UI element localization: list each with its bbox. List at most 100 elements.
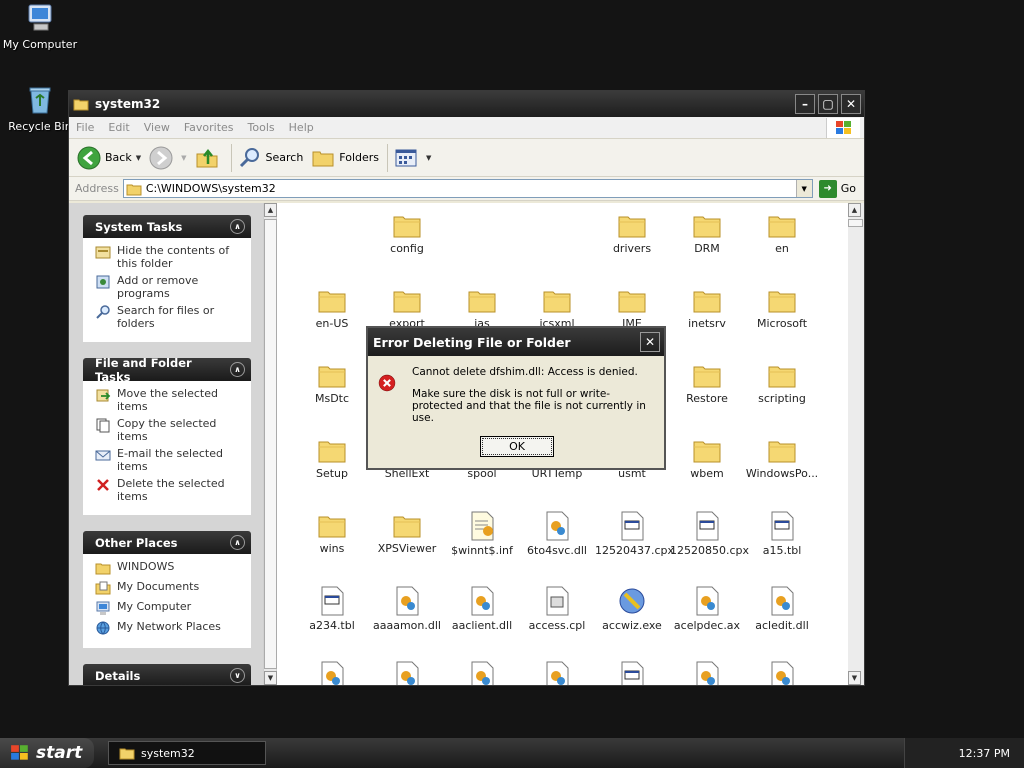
item-label: en xyxy=(775,242,789,255)
file-item[interactable] xyxy=(745,661,819,685)
task-delete-items[interactable]: Delete the selected items xyxy=(95,477,243,503)
file-item[interactable]: a234.tbl xyxy=(295,586,369,632)
folder-item[interactable]: inetsrv xyxy=(670,286,744,330)
scroll-up-button[interactable]: ▲ xyxy=(848,203,861,217)
folders-button[interactable]: Folders xyxy=(311,147,379,169)
place-my-documents[interactable]: My Documents xyxy=(95,580,243,596)
chevron-down-icon[interactable]: ▼ xyxy=(181,154,186,162)
other-places-header[interactable]: Other Places ∧ xyxy=(83,531,251,554)
chevron-down-icon[interactable]: ▼ xyxy=(136,154,141,162)
desktop-icon-my-computer[interactable]: My Computer xyxy=(0,2,80,51)
folder-item[interactable]: IME xyxy=(595,286,669,330)
file-item[interactable]: acledit.dll xyxy=(745,586,819,632)
folder-item[interactable]: drivers xyxy=(595,211,669,255)
file-item[interactable]: 12520437.cpx xyxy=(595,511,674,557)
file-item[interactable]: acelpdec.ax xyxy=(670,586,744,632)
folder-item[interactable]: config xyxy=(370,211,444,255)
collapse-icon[interactable]: ∧ xyxy=(230,219,245,234)
folder-item[interactable]: en-US xyxy=(295,286,369,330)
search-button[interactable]: Search xyxy=(238,146,303,170)
folder-item[interactable]: MsDtc xyxy=(295,361,369,405)
folder-item[interactable]: wbem xyxy=(670,436,744,480)
folder-item[interactable]: ias xyxy=(445,286,519,330)
clock[interactable]: 12:37 PM xyxy=(959,747,1010,760)
folder-item[interactable]: Restore xyxy=(670,361,744,405)
window-titlebar[interactable]: system32 – ▢ ✕ xyxy=(69,91,864,117)
start-button[interactable]: start xyxy=(0,738,94,768)
expand-icon[interactable]: ∨ xyxy=(230,668,245,683)
scroll-up-button[interactable]: ▲ xyxy=(264,203,277,217)
address-dropdown-button[interactable]: ▼ xyxy=(795,180,812,197)
task-search-files[interactable]: Search for files or folders xyxy=(95,304,243,330)
file-item[interactable] xyxy=(520,661,594,685)
scroll-down-button[interactable]: ▼ xyxy=(264,671,277,685)
file-item[interactable] xyxy=(295,661,369,685)
file-item[interactable]: access.cpl xyxy=(520,586,594,632)
taskbar-item-system32[interactable]: system32 xyxy=(108,741,266,765)
collapse-icon[interactable]: ∧ xyxy=(230,362,245,377)
folder-item[interactable]: DRM xyxy=(670,211,744,255)
menu-tools[interactable]: Tools xyxy=(241,121,282,134)
place-windows[interactable]: WINDOWS xyxy=(95,560,243,576)
file-item[interactable] xyxy=(670,661,744,685)
file-item[interactable]: aaaamon.dll xyxy=(370,586,444,632)
address-input[interactable] xyxy=(145,182,796,195)
file-item[interactable] xyxy=(370,661,444,685)
folder-item[interactable]: icsxml xyxy=(520,286,594,330)
dialog-titlebar[interactable]: Error Deleting File or Folder ✕ xyxy=(368,328,664,356)
task-move-items[interactable]: Move the selected items xyxy=(95,387,243,413)
menu-edit[interactable]: Edit xyxy=(101,121,136,134)
views-button[interactable]: ▼ xyxy=(394,147,431,169)
forward-button[interactable]: ▼ xyxy=(149,146,187,170)
file-item[interactable]: accwiz.exe xyxy=(595,586,669,632)
maximize-button[interactable]: ▢ xyxy=(818,94,838,114)
task-pane-scrollbar[interactable]: ▲ ▼ xyxy=(263,203,277,685)
file-item[interactable]: aaclient.dll xyxy=(445,586,519,632)
task-hide-contents[interactable]: Hide the contents of this folder xyxy=(95,244,243,270)
menu-help[interactable]: Help xyxy=(282,121,321,134)
place-label: My Computer xyxy=(117,600,192,613)
back-button[interactable]: Back ▼ xyxy=(77,146,141,170)
file-item[interactable]: a15.tbl xyxy=(745,511,819,557)
task-copy-items[interactable]: Copy the selected items xyxy=(95,417,243,443)
menu-file[interactable]: File xyxy=(69,121,101,134)
up-folder-button[interactable] xyxy=(195,146,223,170)
close-button[interactable]: ✕ xyxy=(841,94,861,114)
folder-item[interactable]: export xyxy=(370,286,444,330)
collapse-icon[interactable]: ∧ xyxy=(230,535,245,550)
task-add-remove-programs[interactable]: Add or remove programs xyxy=(95,274,243,300)
folder-item[interactable]: Microsoft xyxy=(745,286,819,330)
other-places-panel: Other Places ∧ WINDOWS My Documents My C… xyxy=(83,531,251,648)
place-my-computer[interactable]: My Computer xyxy=(95,600,243,616)
dll-file-icon xyxy=(471,661,494,685)
scroll-thumb[interactable] xyxy=(264,219,277,669)
file-item[interactable] xyxy=(445,661,519,685)
go-button[interactable]: ➜ Go xyxy=(818,179,856,198)
file-item[interactable]: 6to4svc.dll xyxy=(520,511,594,557)
scroll-thumb[interactable] xyxy=(848,219,863,227)
folder-item[interactable]: Setup xyxy=(295,436,369,480)
ok-button[interactable]: OK xyxy=(480,436,554,457)
folder-icon xyxy=(768,291,796,313)
file-list-scrollbar[interactable]: ▲ ▼ xyxy=(848,203,864,685)
file-item[interactable] xyxy=(595,661,669,685)
folder-item[interactable]: wins xyxy=(295,511,369,555)
folder-item[interactable]: scripting xyxy=(745,361,819,405)
file-folder-tasks-header[interactable]: File and Folder Tasks ∧ xyxy=(83,356,251,384)
folder-item[interactable]: WindowsPo... xyxy=(745,436,819,480)
system-tasks-header[interactable]: System Tasks ∧ xyxy=(83,215,251,238)
file-item[interactable]: 12520850.cpx xyxy=(670,511,749,557)
task-email-items[interactable]: E-mail the selected items xyxy=(95,447,243,473)
folder-icon xyxy=(768,366,796,388)
chevron-down-icon[interactable]: ▼ xyxy=(426,154,431,162)
folder-item[interactable]: XPSViewer xyxy=(370,511,444,555)
place-my-network-places[interactable]: My Network Places xyxy=(95,620,243,636)
scroll-down-button[interactable]: ▼ xyxy=(848,671,861,685)
dialog-close-button[interactable]: ✕ xyxy=(640,332,660,352)
menu-favorites[interactable]: Favorites xyxy=(177,121,241,134)
file-item[interactable]: $winnt$.inf xyxy=(445,511,519,557)
folder-item[interactable]: en xyxy=(745,211,819,255)
minimize-button[interactable]: – xyxy=(795,94,815,114)
details-header[interactable]: Details ∨ xyxy=(83,664,251,685)
menu-view[interactable]: View xyxy=(137,121,177,134)
